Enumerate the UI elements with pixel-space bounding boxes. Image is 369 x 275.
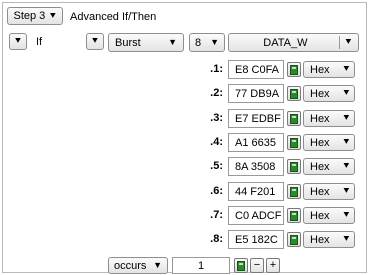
occurs-count-field[interactable]: 1	[172, 257, 230, 274]
hex-value: 8A 3508	[235, 160, 276, 173]
hex-value-field[interactable]: 44 F201	[228, 182, 284, 201]
format-label: Hex	[310, 185, 330, 198]
calculator-icon[interactable]	[234, 258, 248, 273]
format-label: Hex	[310, 160, 330, 173]
trigger-type-value: Burst	[115, 36, 141, 49]
row-index-label: .7:	[210, 209, 223, 221]
increment-button[interactable]: +	[266, 258, 280, 273]
hex-value-field[interactable]: 77 DB9A	[228, 84, 284, 103]
calculator-icon[interactable]	[287, 232, 301, 247]
format-label: Hex	[310, 63, 330, 76]
occurs-label: occurs	[114, 259, 147, 272]
hex-value-field[interactable]: 8A 3508	[228, 157, 284, 176]
trigger-type-select[interactable]: Burst ▼	[108, 33, 184, 52]
format-select[interactable]: Hex ⯆	[303, 183, 355, 200]
double-chevron-down-icon: ⯆	[342, 210, 350, 220]
format-label: Hex	[310, 233, 330, 246]
if-collapse-button[interactable]: ⯆	[9, 33, 27, 50]
hex-value-field[interactable]: A1 6635	[228, 133, 284, 152]
format-label: Hex	[310, 112, 330, 125]
format-label: Hex	[310, 209, 330, 222]
format-select[interactable]: Hex ⯆	[303, 61, 355, 78]
calculator-icon[interactable]	[287, 62, 301, 77]
double-chevron-down-icon: ⯆	[342, 64, 350, 74]
hex-value: A1 6635	[235, 136, 276, 149]
advanced-if-then-panel: Step 3 ⯆ Advanced If/Then ⯆ If ⯆ Burst ▼…	[2, 2, 367, 274]
row-index-label: .2:	[210, 87, 223, 99]
hex-value-field[interactable]: C0 ADCF	[228, 206, 284, 225]
step-label: Step 3	[13, 10, 46, 22]
hex-value-field[interactable]: E5 182C	[228, 230, 284, 249]
occurs-select[interactable]: occurs ▼	[108, 257, 168, 274]
panel-title: Advanced If/Then	[70, 11, 157, 23]
occurs-count-value: 1	[197, 259, 205, 272]
format-select[interactable]: Hex ⯆	[303, 110, 355, 127]
decrement-button[interactable]: −	[250, 258, 264, 273]
row-index-label: .4:	[210, 136, 223, 148]
double-chevron-down-icon: ⯆	[342, 88, 350, 98]
plus-icon: +	[269, 259, 277, 271]
hex-value: C0 ADCF	[235, 209, 282, 222]
hex-value: E5 182C	[235, 233, 278, 246]
double-chevron-down-icon: ⯆	[91, 36, 99, 46]
triangle-down-icon: ▼	[168, 37, 177, 47]
format-select[interactable]: Hex ⯆	[303, 85, 355, 102]
triangle-down-icon: ▼	[153, 260, 162, 270]
count-select[interactable]: 8 ▼	[189, 33, 225, 52]
double-chevron-down-icon: ⯆	[342, 137, 350, 147]
hex-value: E7 EDBF	[235, 112, 281, 125]
format-label: Hex	[310, 87, 330, 100]
double-chevron-down-icon: ⯆	[342, 161, 350, 171]
triangle-down-icon: ▼	[210, 37, 219, 47]
hex-value: 77 DB9A	[235, 87, 280, 100]
minus-icon: −	[253, 259, 261, 271]
calculator-icon[interactable]	[287, 159, 301, 174]
format-select[interactable]: Hex ⯆	[303, 231, 355, 248]
row-index-label: .6:	[210, 185, 223, 197]
format-select[interactable]: Hex ⯆	[303, 207, 355, 224]
condition-options-button[interactable]: ⯆	[86, 33, 104, 50]
format-select[interactable]: Hex ⯆	[303, 158, 355, 175]
if-label: If	[36, 36, 43, 48]
bus-name: DATA_W	[263, 36, 308, 49]
step-dropdown[interactable]: Step 3 ⯆	[7, 7, 63, 25]
hex-value-field[interactable]: E7 EDBF	[228, 109, 284, 128]
calculator-icon[interactable]	[287, 184, 301, 199]
double-chevron-down-icon: ⯆	[342, 186, 350, 196]
row-index-label: .5:	[210, 160, 223, 172]
double-chevron-down-icon: ⯆	[342, 234, 350, 244]
double-chevron-down-icon: ⯆	[14, 36, 22, 46]
format-label: Hex	[310, 136, 330, 149]
calculator-icon[interactable]	[287, 86, 301, 101]
double-chevron-down-icon: ⯆	[342, 113, 350, 123]
hex-value-field[interactable]: E8 C0FA	[228, 60, 284, 79]
count-value: 8	[195, 36, 202, 49]
bus-select[interactable]: DATA_W ⯆	[228, 33, 359, 52]
row-index-label: .1:	[210, 63, 223, 75]
row-index-label: .3:	[210, 112, 223, 124]
row-index-label: .8:	[210, 233, 223, 245]
hex-value: E8 C0FA	[235, 63, 280, 76]
format-select[interactable]: Hex ⯆	[303, 134, 355, 151]
double-chevron-down-icon: ⯆	[49, 10, 57, 21]
calculator-icon[interactable]	[287, 135, 301, 150]
double-chevron-down-icon: ⯆	[344, 37, 352, 47]
calculator-icon[interactable]	[287, 111, 301, 126]
hex-value: 44 F201	[235, 185, 276, 198]
calculator-icon[interactable]	[287, 208, 301, 223]
separator	[338, 36, 340, 49]
